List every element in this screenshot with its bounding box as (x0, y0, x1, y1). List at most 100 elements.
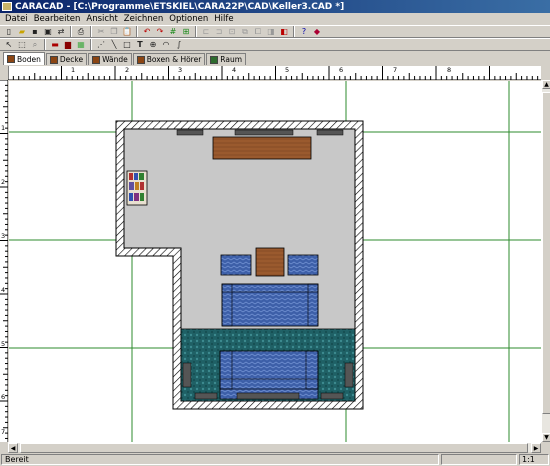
ruler-ticks (8, 66, 539, 80)
speaker-bottom-left[interactable] (194, 392, 218, 400)
room-icon[interactable]: ▆ (62, 39, 74, 50)
wall-icon[interactable]: ▬ (49, 39, 61, 50)
curve-icon[interactable]: ∫ (173, 39, 185, 50)
eraser-icon[interactable]: ◆ (311, 26, 323, 37)
speaker-top-left[interactable] (176, 129, 204, 136)
menu-ansicht[interactable]: Ansicht (83, 14, 120, 24)
speaker-top-right[interactable] (316, 129, 344, 136)
tab-label: Boden (17, 54, 41, 64)
ceiling-icon (49, 55, 58, 64)
zoom-icon[interactable]: ⌕ (29, 39, 41, 50)
horizontal-scroll-thumb[interactable] (20, 443, 528, 453)
main-toolbar: ▯ ▰ ▪ ▣ ⇄ ⎙ ✂ ❐ 📋 ↶ ↷ # ⊞ ⊏ ⊐ ⊡ ⧉ ⧠ ◨ ◧ … (0, 25, 550, 38)
drawing-canvas[interactable] (9, 81, 541, 442)
room-tab-icon (210, 55, 219, 64)
horizontal-ruler: 1 2 3 4 5 6 7 8 (8, 66, 541, 80)
menu-hilfe[interactable]: Hilfe (211, 14, 236, 24)
vertical-ruler: 1 2 3 4 5 6 7 (0, 80, 8, 442)
app-icon (2, 2, 12, 11)
listening-sofa[interactable] (219, 350, 319, 400)
save-icon[interactable]: ▪ (29, 26, 41, 37)
ruler-label: 1 (1, 124, 6, 132)
armchair-left[interactable] (220, 254, 252, 276)
undo-icon[interactable]: ↶ (141, 26, 153, 37)
ruler-label: 7 (1, 428, 6, 436)
tab-boxen-hoerer[interactable]: Boxen & Hörer (132, 53, 206, 65)
align-center-icon[interactable]: ⊡ (226, 26, 238, 37)
ruler-ticks (0, 80, 8, 439)
speaker-top-center[interactable] (234, 129, 294, 136)
ungroup-icon[interactable]: ⧠ (252, 26, 264, 37)
toolbar-separator (90, 39, 92, 50)
align-left-icon[interactable]: ⊏ (200, 26, 212, 37)
tab-label: Raum (220, 55, 242, 64)
draw-point-icon[interactable]: ⋰ (95, 39, 107, 50)
toolbar-separator (293, 26, 295, 37)
snap-icon[interactable]: ⊞ (180, 26, 192, 37)
speaker-bottom-left-side[interactable] (182, 362, 192, 388)
paste-icon[interactable]: 📋 (121, 26, 133, 37)
pointer-icon[interactable]: ↖ (3, 39, 15, 50)
open-icon[interactable]: ▰ (16, 26, 28, 37)
ruler-label: 6 (1, 393, 6, 401)
menu-zeichnen[interactable]: Zeichnen (121, 14, 166, 24)
armchair-right[interactable] (287, 254, 319, 276)
scroll-left-button[interactable]: ◀ (8, 443, 18, 453)
group-icon[interactable]: ⧉ (239, 26, 251, 37)
window-title: CARACAD - [C:\Programme\ETSKIEL\CARA22P\… (15, 1, 345, 12)
vertical-scrollbar[interactable]: ▲ ▼ (541, 80, 550, 442)
tab-boden[interactable]: Boden (3, 52, 45, 65)
sideboard[interactable] (212, 136, 312, 160)
menu-optionen[interactable]: Optionen (166, 14, 211, 24)
arc-icon[interactable]: ◠ (160, 39, 172, 50)
line-icon[interactable]: ╲ (108, 39, 120, 50)
menu-bearbeiten[interactable]: Bearbeiten (31, 14, 84, 24)
furniture-icon[interactable]: ▦ (75, 39, 87, 50)
speaker-bottom-right[interactable] (320, 392, 344, 400)
save-as-icon[interactable]: ▣ (42, 26, 54, 37)
speaker-bottom-right-side[interactable] (344, 362, 354, 388)
help-icon[interactable]: ? (298, 26, 310, 37)
cut-icon[interactable]: ✂ (95, 26, 107, 37)
radiator-bottom[interactable] (236, 392, 300, 400)
ruler-label: 1 (71, 66, 76, 74)
tab-decke[interactable]: Decke (45, 53, 88, 65)
box-select-icon[interactable]: ⬚ (16, 39, 28, 50)
scroll-up-button[interactable]: ▲ (542, 80, 550, 89)
import-icon[interactable]: ⇄ (55, 26, 67, 37)
vertical-scroll-thumb[interactable] (542, 92, 550, 414)
floor-plan[interactable] (9, 81, 541, 442)
front-icon[interactable]: ◨ (265, 26, 277, 37)
toolbar-separator (195, 26, 197, 37)
toolbar-separator (44, 39, 46, 50)
circle-icon[interactable]: ⊕ (147, 39, 159, 50)
grid-icon[interactable]: # (167, 26, 179, 37)
copy-icon[interactable]: ❐ (108, 26, 120, 37)
toolbar-separator (136, 26, 138, 37)
coffee-table[interactable] (255, 247, 285, 277)
rect-icon[interactable]: □ (121, 39, 133, 50)
status-panel (441, 454, 517, 465)
books (129, 173, 144, 201)
tab-label: Decke (59, 55, 84, 64)
ruler-corner (0, 66, 8, 80)
floor-icon (7, 55, 15, 63)
text-icon[interactable]: T (134, 39, 146, 50)
back-icon[interactable]: ◧ (278, 26, 290, 37)
ruler-label: 5 (1, 340, 6, 348)
walls-icon (92, 55, 101, 64)
horizontal-scrollbar[interactable]: ◀ ▶ (8, 442, 541, 453)
menu-datei[interactable]: Datei (2, 14, 31, 24)
new-icon[interactable]: ▯ (3, 26, 15, 37)
ruler-label: 6 (339, 66, 344, 74)
scroll-down-button[interactable]: ▼ (542, 433, 550, 442)
align-right-icon[interactable]: ⊐ (213, 26, 225, 37)
tab-waende[interactable]: Wände (88, 53, 132, 65)
sofa[interactable] (221, 283, 319, 327)
scroll-right-button[interactable]: ▶ (531, 443, 541, 453)
redo-icon[interactable]: ↷ (154, 26, 166, 37)
ruler-label: 2 (125, 66, 130, 74)
tab-bar: Boden Decke Wände Boxen & Hörer Raum (0, 52, 550, 65)
print-icon[interactable]: ⎙ (75, 26, 87, 37)
tab-raum[interactable]: Raum (206, 53, 246, 65)
